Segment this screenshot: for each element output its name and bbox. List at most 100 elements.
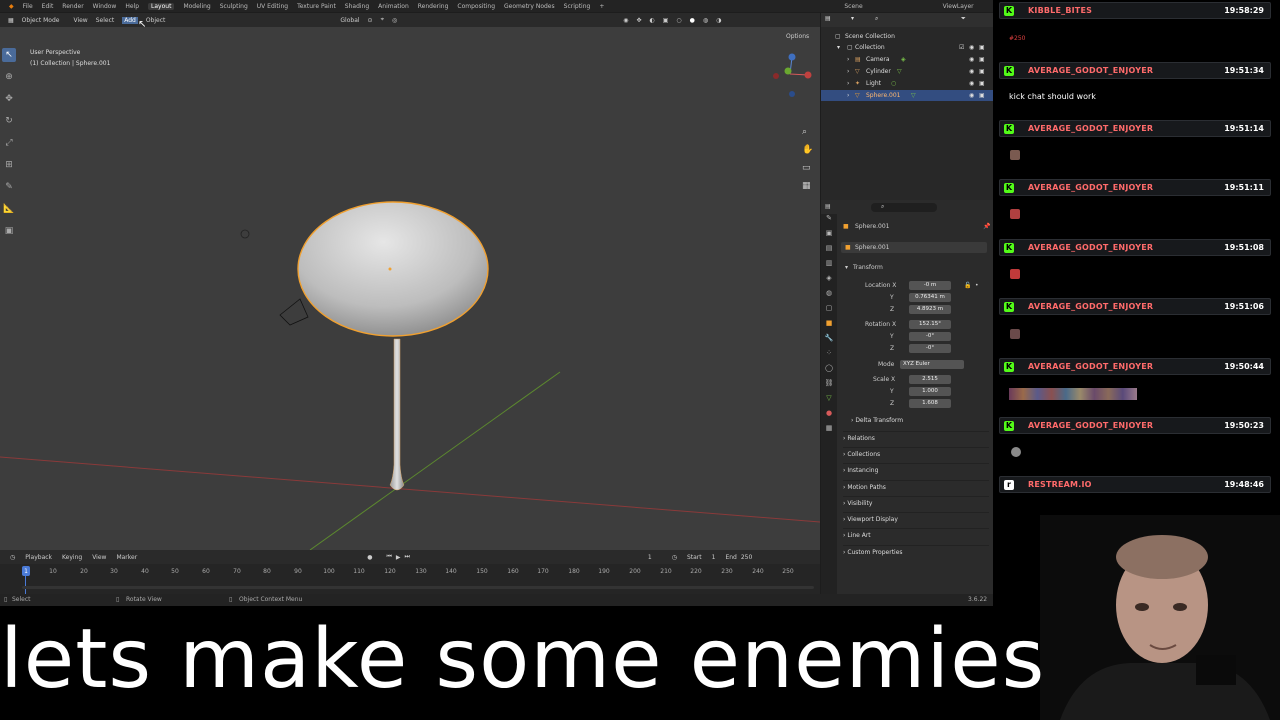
start-frame-field[interactable]: 1 (712, 554, 716, 561)
rotate-tool-icon[interactable]: ↻ (2, 114, 16, 128)
editor-type-icon[interactable]: ▦ (8, 17, 14, 24)
add-cube-tool-icon[interactable]: ▣ (2, 224, 16, 238)
object-tab-icon[interactable]: ■ (821, 319, 837, 334)
expand-icon[interactable]: › (847, 80, 849, 87)
viewport-menu-select[interactable]: Select (96, 17, 115, 24)
expand-icon[interactable]: › (847, 92, 849, 99)
select-tool-icon[interactable]: ↖ (2, 48, 16, 62)
scale-y-field[interactable]: 1.000 (909, 387, 951, 396)
workspace-tab-sculpting[interactable]: Sculpting (220, 3, 248, 10)
outliner-row[interactable]: › ▽ Cylinder ▽ ◉ ▣ (821, 66, 993, 77)
section-line-art[interactable]: › Line Art (843, 528, 989, 542)
lock-icon[interactable]: 🔓 (964, 282, 971, 289)
shading-rendered-icon[interactable]: ◑ (716, 17, 721, 24)
pivot-icon[interactable]: ⊙ (368, 17, 373, 24)
add-workspace-icon[interactable]: + (599, 3, 604, 10)
outliner-row[interactable]: › ✦ Light ○ ◉ ▣ (821, 78, 993, 89)
constraints-tab-icon[interactable]: ⛓ (821, 379, 837, 394)
overlay-icon[interactable]: ◐ (650, 17, 655, 24)
viewport-menu-add[interactable]: Add (122, 16, 138, 24)
expand-icon[interactable]: ▾ (837, 44, 840, 51)
end-frame-field[interactable]: 250 (741, 554, 752, 561)
outliner-editor-icon[interactable]: ▤ (825, 15, 831, 22)
section-visibility[interactable]: › Visibility (843, 496, 989, 510)
timeline-editor-icon[interactable]: ◷ (10, 554, 15, 561)
current-frame-field[interactable]: 1 (648, 554, 652, 561)
material-tab-icon[interactable]: ● (821, 409, 837, 424)
outliner-search-icon[interactable]: ⌕ (875, 15, 878, 23)
record-icon[interactable]: ● (367, 554, 372, 561)
expand-icon[interactable]: › (847, 56, 849, 63)
data-tab-icon[interactable]: ▽ (821, 394, 837, 409)
object-name[interactable]: Sphere.001 (855, 223, 890, 230)
workspace-tab-scripting[interactable]: Scripting (564, 3, 591, 10)
scene-tab-icon[interactable]: ◈ (821, 274, 837, 289)
pin-icon[interactable]: 📌 (983, 223, 990, 230)
workspace-tab-compositing[interactable]: Compositing (457, 3, 495, 10)
location-z-field[interactable]: 4.8923 m (909, 305, 951, 314)
workspace-tab-animation[interactable]: Animation (378, 3, 409, 10)
transform-tool-icon[interactable]: ⊞ (2, 158, 16, 172)
menu-render[interactable]: Render (62, 3, 83, 10)
snap-icon[interactable]: ⌖ (381, 16, 384, 24)
menu-help[interactable]: Help (125, 3, 139, 10)
timeline-menu-view[interactable]: View (92, 554, 106, 561)
expand-icon[interactable]: › (847, 68, 849, 75)
section-instancing[interactable]: › Instancing (843, 463, 989, 477)
workspace-tab-layout[interactable]: Layout (148, 2, 175, 10)
viewport-menu-object[interactable]: Object (146, 17, 166, 24)
clock-icon[interactable]: ◷ (672, 554, 677, 561)
texture-tab-icon[interactable]: ▦ (821, 424, 837, 439)
keyframe-dot-icon[interactable]: • (975, 282, 979, 289)
rotation-y-field[interactable]: -0° (909, 332, 951, 341)
section-custom-properties[interactable]: › Custom Properties (843, 545, 989, 559)
render-tab-icon[interactable]: ▣ (821, 229, 837, 244)
outliner-row-selected[interactable]: › ▽ Sphere.001 ▽ ◉ ▣ (821, 90, 993, 101)
view-layer-selector[interactable]: ViewLayer (943, 3, 974, 10)
tool-tab-icon[interactable]: ✎ (821, 214, 837, 229)
camera-render-icon[interactable]: ▣ (979, 92, 985, 99)
transform-section[interactable]: Transform (853, 264, 883, 271)
shading-material-icon[interactable]: ◍ (703, 17, 708, 24)
jump-end-icon[interactable]: ⏭ (404, 553, 409, 561)
camera-render-icon[interactable]: ▣ (979, 56, 985, 63)
workspace-tab-texture-paint[interactable]: Texture Paint (297, 3, 336, 10)
options-dropdown[interactable]: Options (786, 33, 809, 40)
output-tab-icon[interactable]: ▤ (821, 244, 837, 259)
scale-x-field[interactable]: 2.515 (909, 375, 951, 384)
zoom-icon[interactable]: ⌕ (802, 127, 816, 145)
pan-hand-icon[interactable]: ✋ (802, 145, 816, 163)
move-tool-icon[interactable]: ✥ (2, 92, 16, 106)
grid-view-icon[interactable]: ▦ (802, 181, 816, 199)
scene-selector[interactable]: Scene (844, 3, 862, 10)
section-relations[interactable]: › Relations (843, 431, 989, 445)
menu-window[interactable]: Window (93, 3, 117, 10)
timeline-menu-marker[interactable]: Marker (116, 554, 137, 561)
eye-icon[interactable]: ◉ (969, 44, 974, 51)
world-tab-icon[interactable]: ◍ (821, 289, 837, 304)
transform-orientation-dropdown[interactable]: Global (340, 17, 359, 24)
timeline-ruler[interactable]: 1 10 20 30 40 50 60 70 80 90 100 110 120… (0, 564, 820, 594)
mode-dropdown[interactable]: Object Mode (22, 17, 60, 24)
collection-tab-icon[interactable]: ▢ (821, 304, 837, 319)
properties-editor-icon[interactable]: ▤ (825, 203, 831, 210)
workspace-tab-modeling[interactable]: Modeling (183, 3, 210, 10)
measure-tool-icon[interactable]: 📐 (2, 202, 16, 216)
workspace-tab-shading[interactable]: Shading (345, 3, 369, 10)
menu-edit[interactable]: Edit (42, 3, 54, 10)
workspace-tab-geometry-nodes[interactable]: Geometry Nodes (504, 3, 555, 10)
object-data-name[interactable]: Sphere.001 (855, 244, 890, 251)
section-collections[interactable]: › Collections (843, 447, 989, 461)
workspace-tab-rendering[interactable]: Rendering (418, 3, 449, 10)
gizmo-icon[interactable]: ✥ (636, 17, 641, 24)
timeline-menu-playback[interactable]: Playback (25, 554, 52, 561)
3d-viewport[interactable]: User Perspective (1) Collection | Sphere… (0, 27, 820, 550)
camera-render-icon[interactable]: ▣ (979, 44, 985, 51)
transform-expand-icon[interactable]: ▾ (845, 264, 848, 271)
eye-icon[interactable]: ◉ (969, 92, 974, 99)
jump-start-icon[interactable]: ⏮ (386, 553, 391, 561)
scale-z-field[interactable]: 1.608 (909, 399, 951, 408)
visibility-icon[interactable]: ◉ (623, 17, 628, 24)
section-delta-transform[interactable]: › Delta Transform (851, 414, 993, 428)
xray-icon[interactable]: ▣ (663, 17, 669, 24)
